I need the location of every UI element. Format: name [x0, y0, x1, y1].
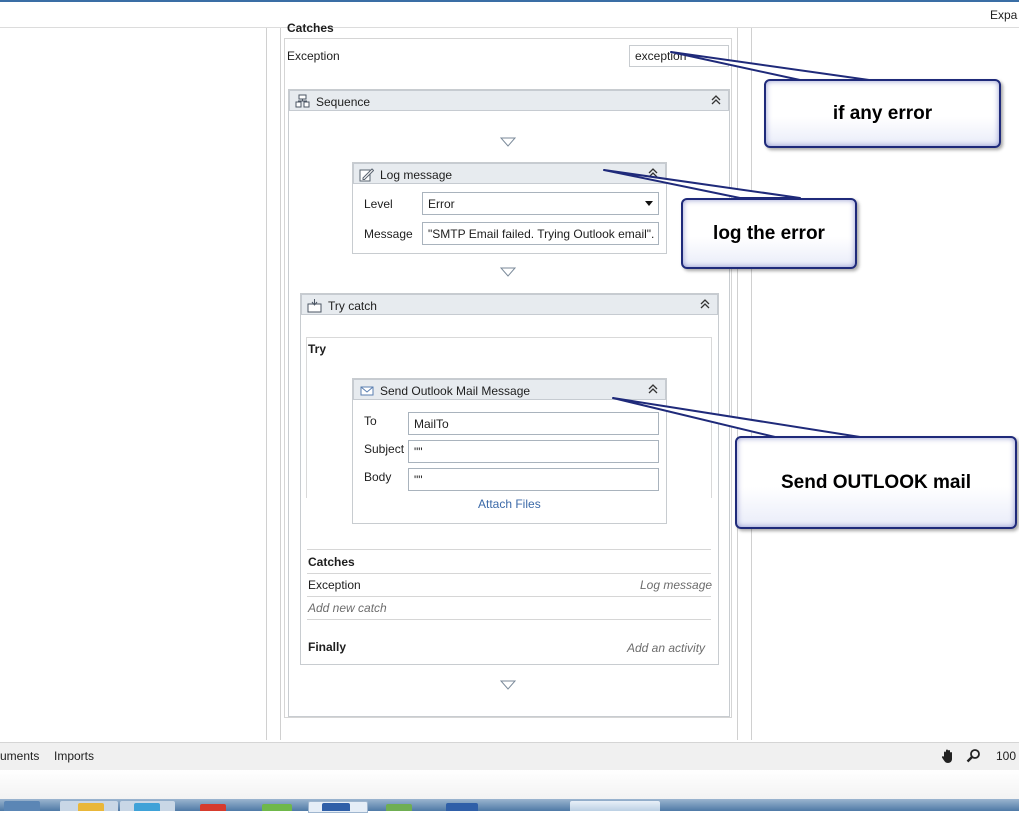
try-catch-header[interactable]: Try catch [301, 294, 718, 315]
try-catch-title: Try catch [328, 299, 377, 313]
try-catch-icon [307, 299, 322, 313]
catches-row-divider [307, 573, 711, 574]
zoom-level[interactable]: 100 [996, 749, 1016, 763]
level-dropdown[interactable]: Error [422, 192, 659, 215]
log-message-header[interactable]: Log message [353, 163, 666, 184]
arguments-tab[interactable]: uments [0, 749, 39, 763]
browser-icon [200, 804, 226, 811]
message-label: Message [364, 227, 413, 241]
finally-label: Finally [308, 640, 347, 654]
right-guide-inner [737, 28, 738, 740]
collapse-icon[interactable] [710, 94, 722, 106]
app-icon [446, 803, 478, 811]
outer-exception-input[interactable]: exception [629, 45, 729, 67]
catches-row-divider [307, 596, 711, 597]
drop-target-arrow[interactable] [500, 137, 516, 147]
chevron-down-icon [645, 201, 653, 206]
level-value: Error [428, 197, 455, 211]
sequence-title: Sequence [316, 95, 371, 109]
subject-input[interactable]: "" [408, 440, 659, 463]
catches-divider [307, 549, 711, 550]
callout-send-outlook-mail: Send OUTLOOK mail [735, 436, 1017, 529]
try-label: Try [308, 342, 327, 356]
taskbar-button[interactable] [570, 801, 660, 811]
callout-if-any-error: if any error [764, 79, 1001, 148]
sequence-icon [295, 94, 310, 108]
left-guide-inner [280, 28, 281, 740]
folder-icon [78, 803, 104, 811]
collapse-icon[interactable] [647, 383, 659, 395]
zoom-icon[interactable] [966, 748, 981, 763]
mail-icon [360, 386, 374, 396]
catch-handler-label[interactable]: Log message [640, 578, 712, 592]
collapse-icon[interactable] [699, 298, 711, 310]
catches-label: Catches [308, 555, 355, 569]
subject-label: Subject [364, 442, 405, 456]
expand-all-link[interactable]: Expa [990, 8, 1017, 22]
to-label: To [364, 414, 377, 428]
app-icon [322, 803, 350, 811]
body-label: Body [364, 470, 392, 484]
hand-icon[interactable] [940, 748, 956, 764]
outer-catches-heading: Catches [287, 21, 334, 35]
add-new-catch-link[interactable]: Add new catch [308, 601, 387, 615]
app-icon [134, 803, 160, 811]
drop-target-arrow[interactable] [500, 680, 516, 690]
sequence-header[interactable]: Sequence [289, 90, 729, 111]
message-input[interactable]: "SMTP Email failed. Trying Outlook email… [422, 222, 659, 245]
outer-exception-label: Exception [287, 49, 340, 63]
callout-log-the-error: log the error [681, 198, 857, 269]
log-message-icon [359, 168, 374, 182]
taskbar-button[interactable] [4, 801, 40, 811]
drop-target-arrow[interactable] [500, 267, 516, 277]
log-message-title: Log message [380, 168, 453, 182]
imports-tab[interactable]: Imports [54, 749, 94, 763]
attach-files-link[interactable]: Attach Files [478, 497, 541, 511]
left-guide [266, 28, 267, 740]
to-input[interactable]: MailTo [408, 412, 659, 435]
status-bar [0, 742, 1019, 771]
header-divider [0, 27, 1019, 28]
catch-exception-label[interactable]: Exception [308, 578, 361, 592]
add-activity-link[interactable]: Add an activity [627, 641, 705, 655]
app-icon [262, 804, 292, 811]
app-icon [386, 804, 412, 811]
right-guide [751, 28, 752, 740]
body-input[interactable]: "" [408, 468, 659, 491]
finally-divider [307, 619, 711, 620]
collapse-icon[interactable] [647, 167, 659, 179]
level-label: Level [364, 197, 393, 211]
send-outlook-header[interactable]: Send Outlook Mail Message [353, 379, 666, 400]
send-outlook-title: Send Outlook Mail Message [380, 384, 531, 398]
window-top-strip [0, 0, 1019, 2]
